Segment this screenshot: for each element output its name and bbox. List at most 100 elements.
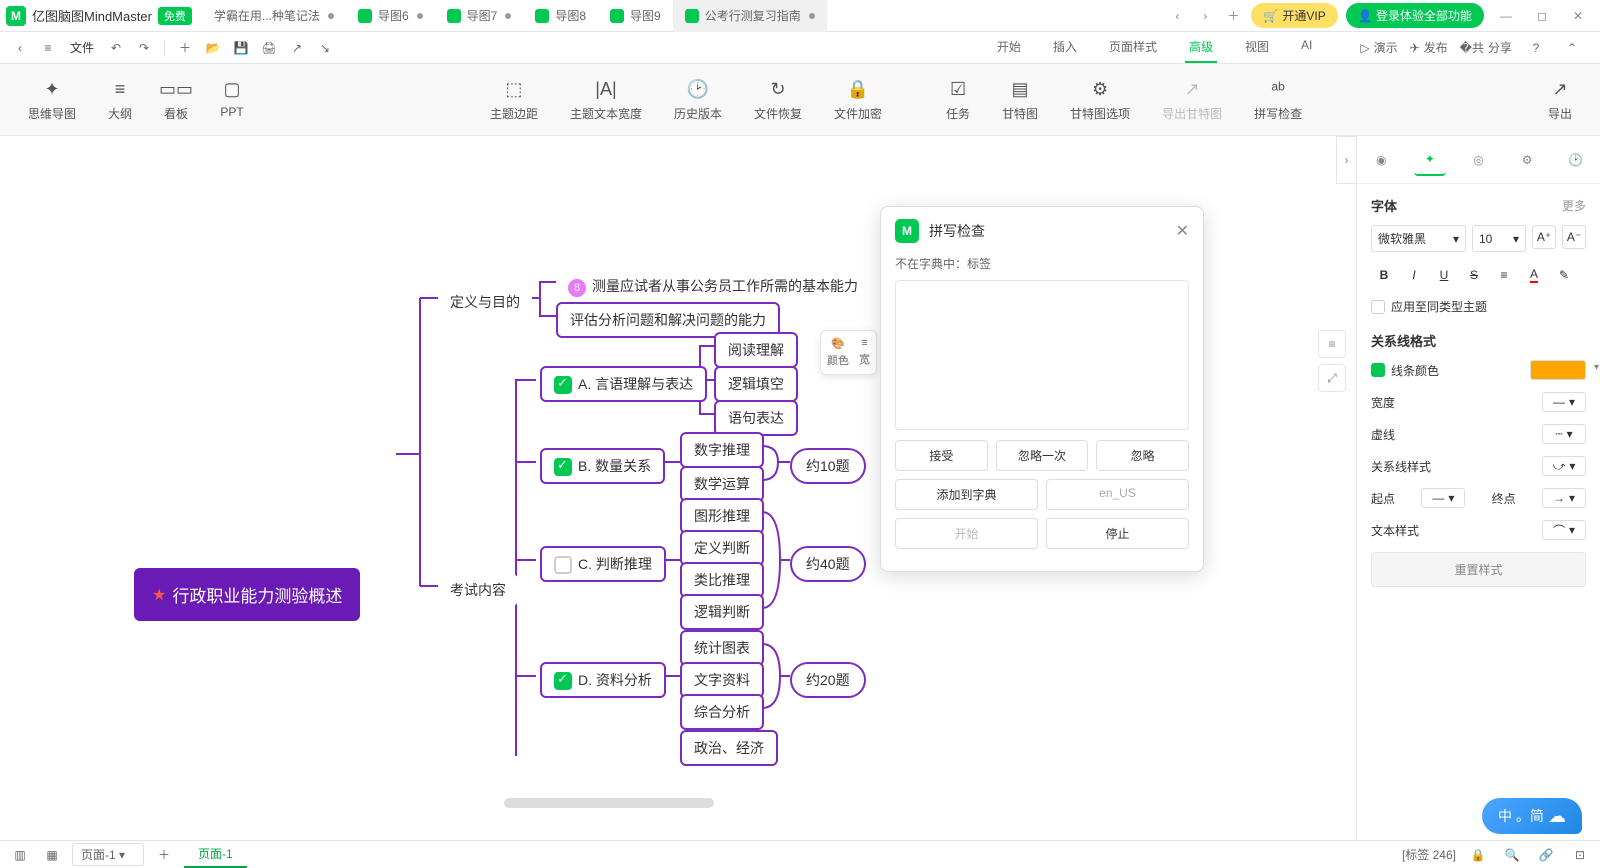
node-cb1[interactable]: 数字推理	[680, 432, 764, 468]
tab-notes[interactable]: 学霸在用...种笔记法	[202, 0, 346, 32]
node-cb2[interactable]: 数学运算	[680, 466, 764, 502]
menu-icon[interactable]: ≡	[36, 36, 60, 60]
open-icon[interactable]: 📂	[201, 36, 225, 60]
save-icon[interactable]: 💾	[229, 36, 253, 60]
vip-button[interactable]: 🛒 开通VIP	[1251, 3, 1337, 28]
menu-advanced[interactable]: 高级	[1185, 32, 1217, 63]
start-select[interactable]: —▾	[1421, 488, 1465, 508]
node-cd3[interactable]: 综合分析	[680, 694, 764, 730]
login-button[interactable]: 👤 登录体验全部功能	[1346, 3, 1484, 28]
rib-mindmap[interactable]: ✦思维导图	[16, 73, 88, 126]
node-cc1[interactable]: 图形推理	[680, 498, 764, 534]
rib-spellcheck[interactable]: ᵃᵇ拼写检查	[1242, 73, 1314, 126]
horizontal-scrollbar[interactable]	[504, 798, 714, 808]
italic-icon[interactable]: I	[1401, 262, 1427, 288]
underline-icon[interactable]: U	[1431, 262, 1457, 288]
node-ca3[interactable]: 语句表达	[714, 400, 798, 436]
undo-icon[interactable]: ↶	[104, 36, 128, 60]
mini-color[interactable]: 🎨颜色	[827, 337, 849, 368]
import-icon[interactable]: ↘	[313, 36, 337, 60]
share-button[interactable]: �共 分享	[1460, 39, 1512, 56]
print-icon[interactable]: 🖨	[257, 36, 281, 60]
font-increase-icon[interactable]: A⁺	[1532, 225, 1556, 249]
tab-map9[interactable]: 导图9	[598, 0, 673, 32]
export-icon[interactable]: ↗	[285, 36, 309, 60]
file-menu[interactable]: 文件	[64, 39, 100, 56]
node-cc4[interactable]: 逻辑判断	[680, 594, 764, 630]
nav-forward-icon[interactable]: ›	[1195, 6, 1215, 26]
node-cb[interactable]: B. 数量关系	[540, 448, 665, 484]
suggestion-list[interactable]	[895, 280, 1189, 430]
strike-icon[interactable]: S	[1461, 262, 1487, 288]
font-color-icon[interactable]: A	[1521, 262, 1547, 288]
node-cd1[interactable]: 统计图表	[680, 630, 764, 666]
rib-recover[interactable]: ↻文件恢复	[742, 73, 814, 126]
node-cd2[interactable]: 文字资料	[680, 662, 764, 698]
status-search-icon[interactable]: 🔍	[1500, 843, 1524, 867]
status-fit-icon[interactable]: ⊡	[1568, 843, 1592, 867]
status-layers-icon[interactable]: ▥	[8, 843, 32, 867]
accept-button[interactable]: 接受	[895, 440, 988, 471]
menu-page-style[interactable]: 页面样式	[1105, 32, 1161, 63]
tab-map8[interactable]: 导图8	[523, 0, 598, 32]
tab-exam-guide[interactable]: 公考行测复习指南	[673, 0, 827, 32]
node-ca[interactable]: A. 言语理解与表达	[540, 366, 707, 402]
panel-collapse-icon[interactable]: ›	[1336, 136, 1356, 184]
rib-encrypt[interactable]: 🔒文件加密	[822, 73, 894, 126]
close-icon[interactable]: ✕	[1564, 2, 1592, 30]
node-exam-content[interactable]: 考试内容	[438, 574, 518, 606]
rib-outline[interactable]: ≡大纲	[96, 73, 144, 126]
new-tab-icon[interactable]: ＋	[1223, 6, 1243, 26]
page-tab-1[interactable]: 页面-1	[184, 841, 247, 868]
pill-20[interactable]: 约20题	[790, 662, 866, 698]
rib-history[interactable]: 🕑历史版本	[662, 73, 734, 126]
align-icon[interactable]: ≡	[1491, 262, 1517, 288]
status-grid-icon[interactable]: ▦	[40, 843, 64, 867]
start-button[interactable]: 开始	[895, 518, 1038, 549]
relstyle-select[interactable]: ⤻▾	[1542, 456, 1586, 476]
tab-map7[interactable]: 导图7	[435, 0, 524, 32]
rib-text-width[interactable]: |A|主题文本宽度	[558, 73, 654, 126]
page-select[interactable]: 页面-1 ▾	[72, 843, 144, 866]
nav-back-icon[interactable]: ‹	[1167, 6, 1187, 26]
font-decrease-icon[interactable]: A⁻	[1562, 225, 1586, 249]
reset-style-button[interactable]: 重置样式	[1371, 552, 1586, 587]
rib-gantt[interactable]: ▤甘特图	[990, 73, 1050, 126]
skip-once-button[interactable]: 忽略一次	[996, 440, 1089, 471]
panel-tab-style[interactable]: ◉	[1365, 144, 1397, 176]
dash-select[interactable]: ┄▾	[1542, 424, 1586, 444]
panel-tab-ai[interactable]: ✦	[1414, 144, 1446, 176]
apply-type-checkbox[interactable]	[1371, 300, 1385, 314]
node-cd[interactable]: D. 资料分析	[540, 662, 666, 698]
bold-icon[interactable]: B	[1371, 262, 1397, 288]
add-page-icon[interactable]: ＋	[152, 843, 176, 867]
width-select[interactable]: —▾	[1542, 392, 1586, 412]
status-link-icon[interactable]: 🔗	[1534, 843, 1558, 867]
menu-view[interactable]: 视图	[1241, 32, 1273, 63]
line-color-swatch[interactable]	[1530, 360, 1586, 380]
status-lock-icon[interactable]: 🔒	[1466, 843, 1490, 867]
back-icon[interactable]: ‹	[8, 36, 32, 60]
rib-gantt-opts[interactable]: ⚙甘特图选项	[1058, 73, 1142, 126]
node-ce1[interactable]: 政治、经济	[680, 730, 778, 766]
menu-ai[interactable]: AI	[1297, 32, 1316, 63]
new-icon[interactable]: ＋	[173, 36, 197, 60]
line-color-checkbox[interactable]	[1371, 363, 1385, 377]
root-node[interactable]: ★行政职业能力测验概述	[134, 568, 360, 621]
minimize-icon[interactable]: —	[1492, 2, 1520, 30]
tab-map6[interactable]: 导图6	[346, 0, 435, 32]
panel-tab-icon[interactable]: ⚙	[1511, 144, 1543, 176]
node-cc2[interactable]: 定义判断	[680, 530, 764, 566]
node-definition[interactable]: 定义与目的	[438, 286, 532, 318]
node-cc3[interactable]: 类比推理	[680, 562, 764, 598]
maximize-icon[interactable]: ◻	[1528, 2, 1556, 30]
mini-width[interactable]: ≡宽	[859, 337, 870, 368]
zoom-fit-icon[interactable]: ⤢	[1318, 364, 1346, 392]
node-cc[interactable]: C. 判断推理	[540, 546, 666, 582]
stop-button[interactable]: 停止	[1046, 518, 1189, 549]
skip-button[interactable]: 忽略	[1096, 440, 1189, 471]
menu-insert[interactable]: 插入	[1049, 32, 1081, 63]
pill-10[interactable]: 约10题	[790, 448, 866, 484]
more-link[interactable]: 更多	[1562, 197, 1586, 214]
node-ca1[interactable]: 阅读理解	[714, 332, 798, 368]
